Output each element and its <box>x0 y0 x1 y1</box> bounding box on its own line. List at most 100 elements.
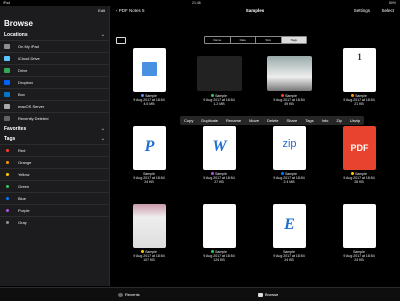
file-item[interactable]: Sample 9 Aug 2017 at 18:54 107 KB <box>118 204 180 274</box>
sidebar-tag-item[interactable]: Gray <box>0 216 109 228</box>
tags-list: Red Orange Yellow Green Blue Purple Gray <box>0 144 109 228</box>
sidebar-location-item[interactable]: On My iPad <box>0 40 109 52</box>
file-item[interactable]: Sample 9 Aug 2017 at 18:54 49 KB <box>258 48 320 118</box>
new-folder-icon[interactable] <box>116 37 126 44</box>
context-menu-item[interactable]: Share <box>283 116 302 125</box>
file-size: 21 KB <box>354 102 364 106</box>
sidebar-location-item[interactable]: Dropbox <box>0 76 109 88</box>
file-glyph: zip <box>282 138 297 150</box>
tag-label: Orange <box>18 160 32 165</box>
tag-color-dot <box>141 250 145 253</box>
sidebar-tag-item[interactable]: Red <box>0 144 109 156</box>
file-caption: Sample 9 Aug 2017 at 18:54 24 KB <box>328 250 390 262</box>
location-icon <box>4 116 10 121</box>
waveform-icon <box>142 62 157 76</box>
file-caption: Sample 9 Aug 2017 at 18:54 28 KB <box>328 172 390 184</box>
locations-header[interactable]: Locations ⌄ <box>0 30 109 40</box>
edit-button[interactable]: Edit <box>98 8 105 13</box>
tag-label: Gray <box>18 220 27 225</box>
tag-label: Purple <box>18 208 30 213</box>
zip-file-icon: zip <box>273 126 306 170</box>
file-item[interactable]: E Sample 9 Aug 2017 at 18:54 24 KB <box>258 204 320 274</box>
file-size: 24 KB <box>354 258 364 262</box>
file-item[interactable]: Sample 9 Aug 2017 at 18:54 24 KB <box>328 204 390 274</box>
folder-icon <box>258 293 263 297</box>
report-thumbnail-icon <box>203 204 236 248</box>
context-menu-item[interactable]: Move <box>245 116 263 125</box>
file-item[interactable]: P Sample 9 Aug 2017 at 18:54 24 KB <box>118 126 180 196</box>
video-thumbnail-icon <box>197 56 242 91</box>
tag-color-dot <box>6 197 9 200</box>
file-item[interactable]: Sample 9 Aug 2017 at 18:54 124 KB <box>188 204 250 274</box>
sidebar-title: Browse <box>4 19 33 28</box>
tab-recents[interactable]: Recents <box>118 292 140 297</box>
sidebar-tag-item[interactable]: Purple <box>0 204 109 216</box>
chevron-down-icon[interactable]: ⌄ <box>101 30 105 40</box>
context-menu-item[interactable]: Tags <box>301 116 317 125</box>
tag-color-dot <box>281 172 285 175</box>
file-caption: Sample 9 Aug 2017 at 18:54 2.4 MB <box>258 172 320 184</box>
file-glyph: P <box>144 138 155 155</box>
file-caption: Sample 9 Aug 2017 at 18:54 27 KB <box>188 172 250 184</box>
nav-bar: ‹ PDF Notes 5 Samples Settings Select <box>110 6 400 18</box>
file-size: 4.6 MB <box>143 102 155 106</box>
file-size: 49 KB <box>284 102 294 106</box>
sidebar-location-item[interactable]: macOS Server <box>0 100 109 112</box>
pages-file-icon: P <box>133 126 166 170</box>
tab-browse-label: Browse <box>265 292 279 297</box>
location-label: Box <box>18 92 25 97</box>
context-menu-item[interactable]: Info <box>318 116 333 125</box>
file-glyph: PDF <box>350 143 369 153</box>
context-menu-item[interactable]: Rename <box>222 116 245 125</box>
favorites-header[interactable]: Favorites ⌄ <box>0 124 109 134</box>
sort-option[interactable]: Size <box>256 37 282 43</box>
file-size: 27 KB <box>214 180 224 184</box>
context-menu-item[interactable]: Copy <box>180 116 197 125</box>
location-icon <box>4 92 10 97</box>
battery-label: 80% <box>388 0 396 5</box>
file-item[interactable]: zip Sample 9 Aug 2017 at 18:54 2.4 MB <box>258 126 320 196</box>
location-label: On My iPad <box>18 44 39 49</box>
sidebar-location-item[interactable]: iCloud Drive <box>0 52 109 64</box>
file-item[interactable]: 1 Sample 9 Aug 2017 at 18:54 21 KB <box>328 48 390 118</box>
settings-button[interactable]: Settings <box>354 8 370 13</box>
sort-option[interactable]: Date <box>231 37 256 43</box>
sort-option[interactable]: Tags <box>281 37 306 43</box>
tab-recents-label: Recents <box>125 292 140 297</box>
sort-option[interactable]: Name <box>205 37 231 43</box>
file-item[interactable]: Sample 9 Aug 2017 at 18:54 4.6 MB <box>118 48 180 118</box>
tags-header[interactable]: Tags ⌄ <box>0 134 109 144</box>
file-item[interactable]: W Sample 9 Aug 2017 at 18:54 27 KB <box>188 126 250 196</box>
context-menu-item[interactable]: Delete <box>263 116 283 125</box>
file-item[interactable]: PDF Sample 9 Aug 2017 at 18:54 28 KB <box>328 126 390 196</box>
sidebar-location-item[interactable]: Drive <box>0 64 109 76</box>
text-file-icon <box>343 204 376 248</box>
tab-browse[interactable]: Browse <box>258 292 278 297</box>
chevron-down-icon[interactable]: ⌄ <box>101 124 105 134</box>
carrier-label: iPad <box>3 0 11 5</box>
tag-color-dot <box>211 94 215 97</box>
chevron-down-icon[interactable]: ⌄ <box>101 134 105 144</box>
file-item[interactable]: Sample 9 Aug 2017 at 18:54 1.2 MB <box>188 48 250 118</box>
location-icon <box>4 44 10 49</box>
clock-label: 21:46 <box>192 0 201 5</box>
locations-label: Locations <box>4 32 28 38</box>
tag-color-dot <box>6 161 9 164</box>
file-caption: Sample 9 Aug 2017 at 18:54 24 KB <box>118 172 180 184</box>
tab-bar: Recents Browse <box>0 287 400 301</box>
file-caption: Sample 9 Aug 2017 at 18:54 4.6 MB <box>118 94 180 106</box>
context-menu-item[interactable]: Zip <box>332 116 346 125</box>
context-menu-item[interactable]: Unzip <box>346 116 364 125</box>
sidebar-location-item[interactable]: Recently Deleted <box>0 112 109 124</box>
sidebar-location-item[interactable]: Box <box>0 88 109 100</box>
select-button[interactable]: Select <box>381 8 394 13</box>
sidebar-tag-item[interactable]: Orange <box>0 156 109 168</box>
sidebar-tag-item[interactable]: Yellow <box>0 168 109 180</box>
file-caption: Sample 9 Aug 2017 at 18:54 107 KB <box>118 250 180 262</box>
tags-label: Tags <box>4 136 16 142</box>
tag-color-dot <box>211 250 215 253</box>
context-menu-item[interactable]: Duplicate <box>197 116 222 125</box>
file-caption: Sample 9 Aug 2017 at 18:54 21 KB <box>328 94 390 106</box>
sidebar-tag-item[interactable]: Blue <box>0 192 109 204</box>
sidebar-tag-item[interactable]: Green <box>0 180 109 192</box>
